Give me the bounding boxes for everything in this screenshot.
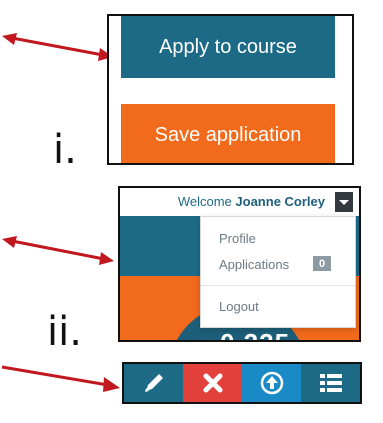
welcome-message: Welcome Joanne Corley <box>178 194 325 209</box>
save-application-button[interactable]: Save application <box>121 104 335 163</box>
double-arrow-icon <box>2 236 114 265</box>
welcome-prefix: Welcome <box>177 194 236 209</box>
list-icon <box>319 374 342 392</box>
apply-to-course-button[interactable]: Apply to course <box>121 16 335 78</box>
label-i: i. <box>53 127 77 173</box>
menu-item-applications[interactable]: Applications <box>219 257 289 272</box>
pencil-icon <box>144 374 163 392</box>
edit-button[interactable] <box>124 364 183 402</box>
menu-divider <box>201 285 355 286</box>
action-buttons-panel: Apply to course Save application <box>107 14 354 165</box>
caret-down-icon <box>339 199 349 205</box>
row-actions-toolbar <box>122 362 362 404</box>
double-arrow-icon <box>2 33 113 61</box>
close-icon <box>203 373 222 393</box>
applications-count-badge: 0 <box>313 256 331 271</box>
user-dropdown-menu: Profile Applications 0 Logout <box>200 216 356 328</box>
user-menu-panel: Welcome Joanne Corley 0,225 Profile Appl… <box>118 186 361 342</box>
delete-button[interactable] <box>183 364 242 402</box>
menu-item-profile[interactable]: Profile <box>219 231 256 246</box>
details-button[interactable] <box>301 364 360 402</box>
header-bar: Welcome Joanne Corley <box>120 188 359 216</box>
arrow-icon <box>1 365 120 392</box>
stat-value: 0,225 <box>220 328 290 340</box>
user-menu-toggle[interactable] <box>335 192 353 212</box>
user-name[interactable]: Joanne Corley <box>235 194 325 209</box>
arrow-up-circle-icon <box>260 371 283 395</box>
label-ii: ii. <box>47 309 82 355</box>
menu-item-logout[interactable]: Logout <box>219 299 259 314</box>
submit-button[interactable] <box>242 364 301 402</box>
